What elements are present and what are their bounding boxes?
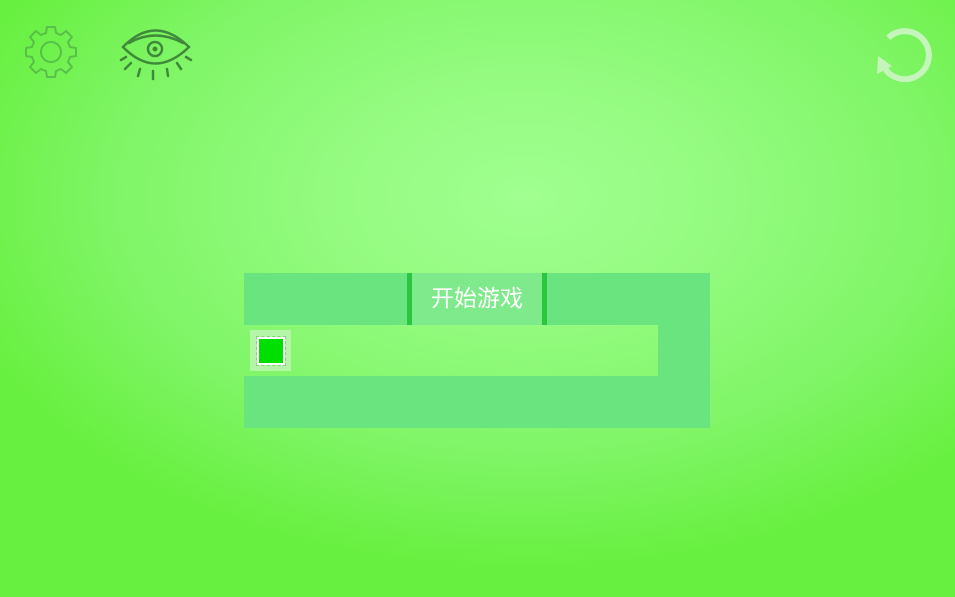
eye-icon <box>119 29 193 81</box>
gear-icon <box>25 26 77 78</box>
maze-board: 开始游戏 <box>244 273 710 428</box>
view-toggle-button[interactable] <box>118 24 196 82</box>
player-block <box>255 335 286 366</box>
restart-icon <box>877 28 932 83</box>
maze-wall-right <box>658 325 710 376</box>
settings-button[interactable] <box>24 25 78 79</box>
restart-button[interactable] <box>872 22 934 83</box>
player-cell <box>250 330 291 371</box>
start-game-button[interactable]: 开始游戏 <box>407 273 547 325</box>
maze-wall-bottom <box>244 376 710 428</box>
